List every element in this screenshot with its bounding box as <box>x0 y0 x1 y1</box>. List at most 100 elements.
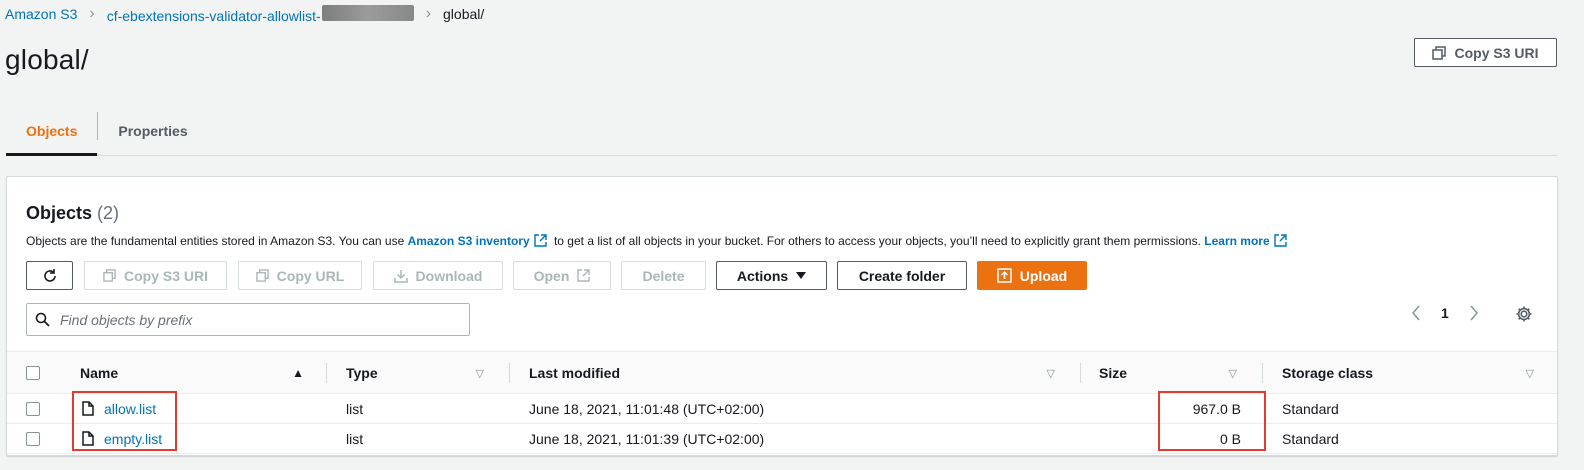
row-checkbox[interactable] <box>26 431 40 446</box>
size-cell: 967.0 B <box>1192 400 1241 417</box>
caret-down-icon <box>796 271 807 279</box>
upload-label: Upload <box>1019 267 1068 284</box>
column-type-label: Type <box>346 365 378 381</box>
file-icon <box>82 401 94 416</box>
download-label: Download <box>415 267 483 284</box>
copy-s3-uri-toolbar-button[interactable]: Copy S3 URI <box>84 261 227 290</box>
page-number[interactable]: 1 <box>1441 305 1449 321</box>
size-cell: 0 B <box>1219 430 1241 447</box>
tab-properties[interactable]: Properties <box>98 108 207 154</box>
objects-table: Name ▲ Type ▽ Last modified ▽ Size ▽ Sto… <box>7 351 1557 454</box>
tab-bar: Objects Properties <box>6 108 1557 156</box>
objects-description: Objects are the fundamental entities sto… <box>26 234 1291 248</box>
refresh-icon <box>43 268 56 282</box>
create-folder-label: Create folder <box>858 267 946 284</box>
column-last-modified-label: Last modified <box>529 365 621 381</box>
column-name-label: Name <box>80 365 119 381</box>
objects-count: (2) <box>97 203 120 223</box>
search-box <box>26 303 470 336</box>
sort-icon: ▽ <box>1046 367 1055 380</box>
column-size-label: Size <box>1099 365 1128 381</box>
actions-dropdown[interactable]: Actions <box>716 261 827 290</box>
column-storage-class-label: Storage class <box>1282 365 1374 381</box>
create-folder-button[interactable]: Create folder <box>837 261 967 290</box>
column-separator <box>509 363 510 383</box>
external-link-icon <box>533 234 547 247</box>
description-text-1: Objects are the fundamental entities sto… <box>26 234 405 248</box>
copy-s3-uri-label: Copy S3 URI <box>1454 44 1539 61</box>
select-all-checkbox[interactable] <box>26 366 40 380</box>
page-title: global/ <box>5 44 89 75</box>
redacted-text <box>321 4 414 21</box>
breadcrumb-current: global/ <box>443 6 485 22</box>
object-link[interactable]: allow.list <box>82 401 156 417</box>
copy-icon <box>103 269 116 282</box>
breadcrumb-bucket-label: cf-ebextensions-validator-allowlist- <box>106 7 321 24</box>
storage-class-cell: Standard <box>1282 430 1339 447</box>
copy-icon <box>1432 45 1447 60</box>
select-all-cell <box>26 352 56 394</box>
breadcrumb-bucket[interactable]: cf-ebextensions-validator-allowlist- <box>106 4 414 24</box>
column-header-type[interactable]: Type ▽ <box>346 352 496 394</box>
chevron-left-icon[interactable] <box>1411 305 1421 321</box>
description-text-2: to get a list of all objects in your buc… <box>553 234 1201 248</box>
copy-url-button[interactable]: Copy URL <box>238 261 362 290</box>
type-cell: list <box>346 400 364 417</box>
learn-more-link[interactable]: Learn more <box>1204 234 1269 248</box>
column-header-name[interactable]: Name ▲ <box>80 352 316 394</box>
breadcrumb-amazon-s3[interactable]: Amazon S3 <box>5 6 77 22</box>
column-separator <box>1262 363 1263 383</box>
column-separator <box>326 363 327 383</box>
inventory-link[interactable]: Amazon S3 inventory <box>408 234 530 248</box>
column-header-last-modified[interactable]: Last modified ▽ <box>529 352 1067 394</box>
storage-class-cell: Standard <box>1282 400 1339 417</box>
open-button[interactable]: Open <box>513 261 611 290</box>
preferences-button[interactable] <box>1515 305 1533 328</box>
objects-panel: Objects (2) Objects are the fundamental … <box>6 176 1558 456</box>
row-select-cell <box>26 424 40 453</box>
actions-label: Actions <box>736 267 789 284</box>
copy-s3-uri-button[interactable]: Copy S3 URI <box>1414 38 1557 67</box>
upload-icon <box>997 268 1012 283</box>
column-header-size[interactable]: Size ▽ <box>1099 352 1249 394</box>
pagination: 1 <box>1411 305 1479 321</box>
sort-icon: ▽ <box>1525 367 1534 380</box>
search-icon <box>35 312 50 327</box>
row-select-cell <box>26 394 40 423</box>
object-name: allow.list <box>104 400 157 417</box>
table-header: Name ▲ Type ▽ Last modified ▽ Size ▽ Sto… <box>7 351 1557 394</box>
external-link-icon <box>577 269 591 282</box>
file-icon <box>82 431 94 446</box>
column-separator <box>1080 363 1081 383</box>
type-cell: list <box>346 430 364 447</box>
search-input[interactable] <box>58 310 438 329</box>
sort-ascending-icon: ▲ <box>292 366 304 380</box>
copy-url-label: Copy URL <box>276 267 345 284</box>
copy-s3-uri-toolbar-label: Copy S3 URI <box>123 267 208 284</box>
table-row: allow.list list June 18, 2021, 11:01:48 … <box>7 394 1557 424</box>
delete-button[interactable]: Delete <box>621 261 706 290</box>
refresh-button[interactable] <box>26 261 73 290</box>
column-header-storage-class[interactable]: Storage class ▽ <box>1282 352 1546 394</box>
last-modified-cell: June 18, 2021, 11:01:48 (UTC+02:00) <box>529 400 765 417</box>
row-checkbox[interactable] <box>26 401 40 416</box>
name-cell: empty.list <box>82 424 162 453</box>
object-name: empty.list <box>104 430 163 447</box>
sort-icon: ▽ <box>475 367 484 380</box>
chevron-right-icon: › <box>425 5 432 22</box>
last-modified-cell: June 18, 2021, 11:01:39 (UTC+02:00) <box>529 430 765 447</box>
table-row: empty.list list June 18, 2021, 11:01:39 … <box>7 424 1557 454</box>
name-cell: allow.list <box>82 394 156 423</box>
gear-icon <box>1516 306 1532 322</box>
breadcrumb: Amazon S3 › cf-ebextensions-validator-al… <box>5 4 484 24</box>
chevron-right-icon[interactable] <box>1469 305 1479 321</box>
upload-button[interactable]: Upload <box>977 261 1087 290</box>
object-link[interactable]: empty.list <box>82 431 162 447</box>
open-label: Open <box>533 267 570 284</box>
chevron-right-icon: › <box>89 5 95 22</box>
download-button[interactable]: Download <box>373 261 503 290</box>
tab-objects[interactable]: Objects <box>6 108 98 156</box>
download-icon <box>393 269 408 283</box>
delete-label: Delete <box>642 267 685 284</box>
copy-icon <box>255 269 269 282</box>
